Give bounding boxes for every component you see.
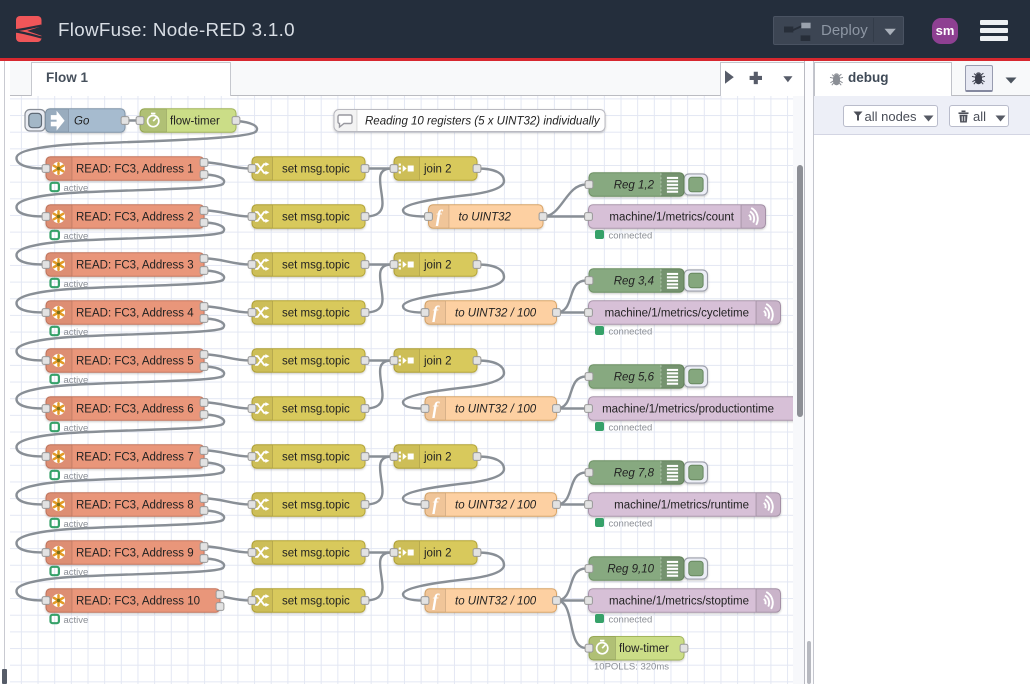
svg-text:active: active (64, 327, 89, 338)
svg-text:set msg.topic: set msg.topic (282, 259, 350, 271)
svg-text:machine/1/metrics/runtime: machine/1/metrics/runtime (614, 499, 749, 511)
svg-text:Reg 1,2: Reg 1,2 (614, 179, 655, 191)
svg-text:READ: FC3, Address 9: READ: FC3, Address 9 (76, 547, 194, 559)
svg-text:connected: connected (609, 614, 653, 625)
svg-text:active: active (64, 279, 89, 290)
svg-text:join 2: join 2 (423, 163, 452, 175)
svg-text:Reading 10 registers (5 x UINT: Reading 10 registers (5 x UINT32) indivi… (365, 115, 601, 127)
svg-text:READ: FC3, Address 2: READ: FC3, Address 2 (76, 211, 194, 223)
svg-text:READ: FC3, Address 4: READ: FC3, Address 4 (76, 307, 194, 319)
svg-text:set msg.topic: set msg.topic (282, 307, 350, 319)
svg-text:connected: connected (609, 422, 653, 433)
svg-text:READ: FC3, Address 3: READ: FC3, Address 3 (76, 259, 194, 271)
svg-text:10POLLS: 320ms: 10POLLS: 320ms (594, 661, 669, 672)
svg-text:set msg.topic: set msg.topic (282, 163, 350, 175)
svg-text:active: active (64, 183, 89, 194)
svg-text:Reg 3,4: Reg 3,4 (614, 275, 654, 287)
svg-text:active: active (64, 567, 89, 578)
svg-text:machine/1/metrics/count: machine/1/metrics/count (609, 211, 734, 223)
svg-text:to UINT32: to UINT32 (459, 211, 512, 223)
svg-text:READ: FC3, Address 10: READ: FC3, Address 10 (76, 595, 200, 607)
svg-text:machine/1/metrics/productionti: machine/1/metrics/productiontime (602, 403, 774, 415)
svg-text:to UINT32 / 100: to UINT32 / 100 (455, 499, 537, 511)
svg-text:set msg.topic: set msg.topic (282, 451, 350, 463)
svg-text:connected: connected (609, 518, 653, 529)
svg-text:Reg 9,10: Reg 9,10 (607, 563, 654, 575)
svg-text:READ: FC3, Address 8: READ: FC3, Address 8 (76, 499, 194, 511)
svg-text:connected: connected (609, 230, 653, 241)
svg-text:Go: Go (74, 115, 90, 127)
svg-text:set msg.topic: set msg.topic (282, 499, 350, 511)
svg-text:set msg.topic: set msg.topic (282, 211, 350, 223)
svg-text:READ: FC3, Address 7: READ: FC3, Address 7 (76, 451, 194, 463)
svg-text:join 2: join 2 (423, 547, 452, 559)
svg-text:active: active (64, 471, 89, 482)
svg-text:flow-timer: flow-timer (170, 115, 220, 127)
svg-text:flow-timer: flow-timer (619, 643, 669, 655)
svg-text:active: active (64, 615, 89, 626)
svg-text:set msg.topic: set msg.topic (282, 547, 350, 559)
svg-text:to UINT32 / 100: to UINT32 / 100 (455, 307, 537, 319)
svg-text:active: active (64, 375, 89, 386)
svg-text:set msg.topic: set msg.topic (282, 595, 350, 607)
svg-text:to UINT32 / 100: to UINT32 / 100 (455, 595, 537, 607)
svg-text:active: active (64, 423, 89, 434)
svg-text:machine/1/metrics/stoptime: machine/1/metrics/stoptime (609, 595, 749, 607)
svg-text:join 2: join 2 (423, 451, 452, 463)
svg-text:set msg.topic: set msg.topic (282, 403, 350, 415)
svg-text:active: active (64, 519, 89, 530)
svg-text:READ: FC3, Address 6: READ: FC3, Address 6 (76, 403, 194, 415)
svg-text:to UINT32 / 100: to UINT32 / 100 (455, 403, 537, 415)
svg-text:connected: connected (609, 326, 653, 337)
svg-text:Reg 7,8: Reg 7,8 (614, 467, 655, 479)
svg-text:set msg.topic: set msg.topic (282, 355, 350, 367)
svg-text:active: active (64, 231, 89, 242)
svg-text:READ: FC3, Address 1: READ: FC3, Address 1 (76, 163, 194, 175)
svg-text:join 2: join 2 (423, 259, 452, 271)
svg-text:machine/1/metrics/cycletime: machine/1/metrics/cycletime (605, 307, 749, 319)
svg-text:READ: FC3, Address 5: READ: FC3, Address 5 (76, 355, 194, 367)
svg-text:join 2: join 2 (423, 355, 452, 367)
svg-text:Reg 5,6: Reg 5,6 (614, 371, 655, 383)
